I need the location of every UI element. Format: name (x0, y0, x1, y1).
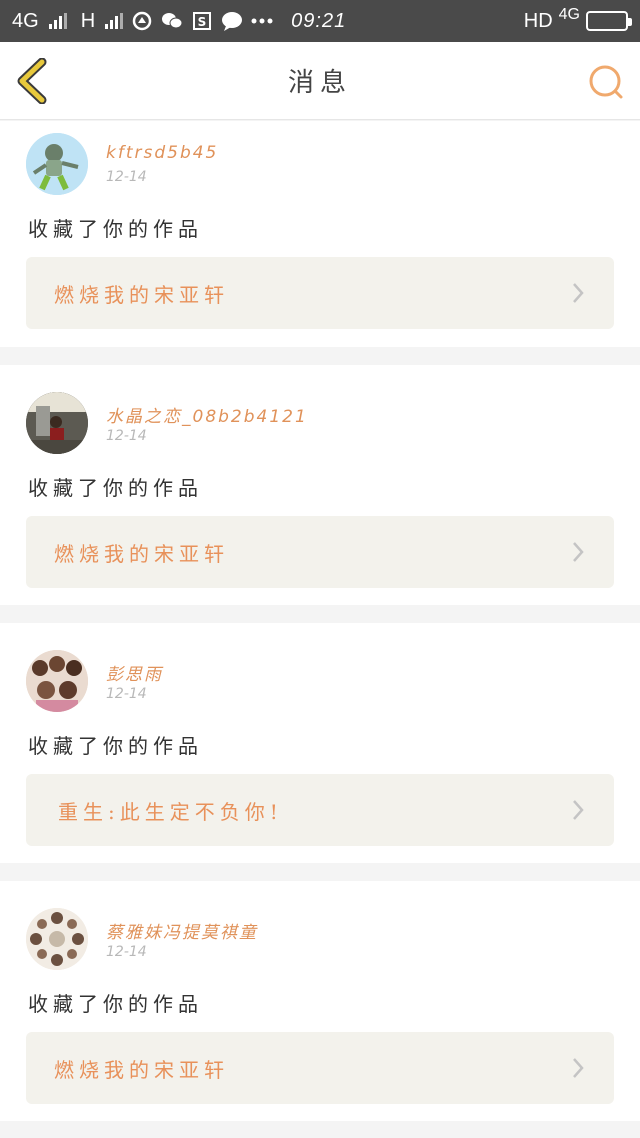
message-card: 彭思雨 12-14 收藏了你的作品 重生:此生定不负你! (0, 623, 640, 863)
search-icon (589, 65, 623, 99)
work-title: 燃烧我的宋亚轩 (54, 282, 229, 307)
hd-label: HD (523, 9, 553, 32)
work-link[interactable]: 重生:此生定不负你! (26, 774, 614, 846)
message-date: 12-14 (106, 944, 147, 960)
network-label-2: H (80, 9, 96, 32)
avatar[interactable] (26, 908, 88, 970)
action-text: 收藏了你的作品 (28, 992, 203, 1016)
svg-text:S: S (198, 15, 207, 29)
username[interactable]: kftrsd5b45 (106, 143, 218, 163)
page-title: 消息 (287, 68, 352, 98)
battery-icon (586, 11, 632, 31)
message-card: 水晶之恋_08b2b4121 12-14 收藏了你的作品 燃烧我的宋亚轩 (0, 365, 640, 605)
message-bubble-icon (221, 10, 243, 32)
chevron-right-icon (573, 1058, 584, 1078)
wechat-icon (161, 10, 183, 32)
work-title: 燃烧我的宋亚轩 (54, 541, 229, 566)
message-date: 12-14 (106, 428, 147, 444)
signal-strength-icon (48, 13, 67, 29)
message-date: 12-14 (106, 686, 147, 702)
work-link[interactable]: 燃烧我的宋亚轩 (26, 516, 614, 588)
s-app-icon: S (191, 10, 213, 32)
work-title: 重生:此生定不负你! (58, 799, 283, 824)
message-card: kftrsd5b45 12-14 收藏了你的作品 燃烧我的宋亚轩 (0, 121, 640, 347)
network-label-1: 4G (12, 9, 39, 32)
work-link[interactable]: 燃烧我的宋亚轩 (26, 1032, 614, 1104)
message-card: 蔡雅妹冯提莫祺童 12-14 收藏了你的作品 燃烧我的宋亚轩 (0, 881, 640, 1121)
signal-strength-icon-2 (105, 13, 124, 29)
chevron-right-icon (573, 283, 584, 303)
username[interactable]: 蔡雅妹冯提莫祺童 (106, 918, 258, 943)
work-title: 燃烧我的宋亚轩 (54, 1057, 229, 1082)
username[interactable]: 水晶之恋_08b2b4121 (106, 402, 308, 427)
avatar[interactable] (26, 650, 88, 712)
clock: 09:21 (291, 9, 347, 32)
action-text: 收藏了你的作品 (28, 476, 203, 500)
navigation-bar: 消息 (0, 42, 640, 120)
action-text: 收藏了你的作品 (28, 217, 203, 241)
network-label-3: 4G (558, 6, 580, 23)
app-notification-icon (131, 10, 153, 32)
status-bar: 4G H S 09:21 HD 4G (0, 0, 640, 42)
search-button[interactable] (586, 62, 626, 102)
avatar[interactable] (26, 133, 88, 195)
action-text: 收藏了你的作品 (28, 734, 203, 758)
status-right: HD 4G (523, 6, 632, 33)
work-link[interactable]: 燃烧我的宋亚轩 (26, 257, 614, 329)
status-left: 4G H S 09:21 (12, 10, 346, 33)
chevron-right-icon (573, 542, 584, 562)
message-date: 12-14 (106, 169, 147, 185)
more-dots-icon (251, 10, 273, 32)
username[interactable]: 彭思雨 (106, 660, 163, 685)
chevron-right-icon (573, 800, 584, 820)
avatar[interactable] (26, 392, 88, 454)
message-list: kftrsd5b45 12-14 收藏了你的作品 燃烧我的宋亚轩 水晶之恋_08… (0, 121, 640, 1138)
